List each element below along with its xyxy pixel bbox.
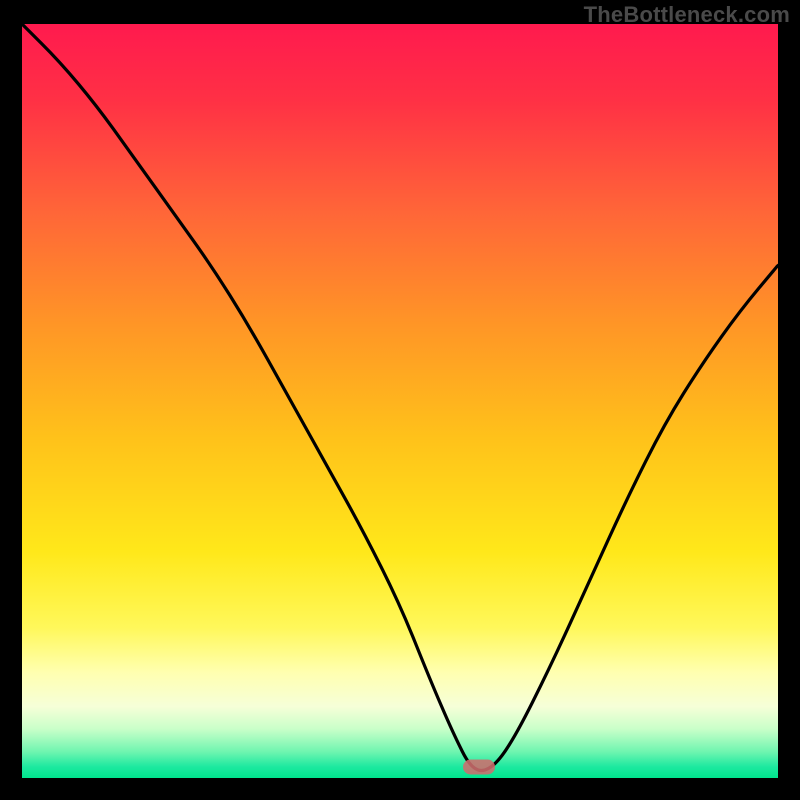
- gradient-background: [22, 24, 778, 778]
- optimal-point-marker: [463, 759, 495, 774]
- chart-frame: TheBottleneck.com: [0, 0, 800, 800]
- plot-area: [22, 24, 778, 778]
- watermark-text: TheBottleneck.com: [584, 2, 790, 28]
- chart-svg: [22, 24, 778, 778]
